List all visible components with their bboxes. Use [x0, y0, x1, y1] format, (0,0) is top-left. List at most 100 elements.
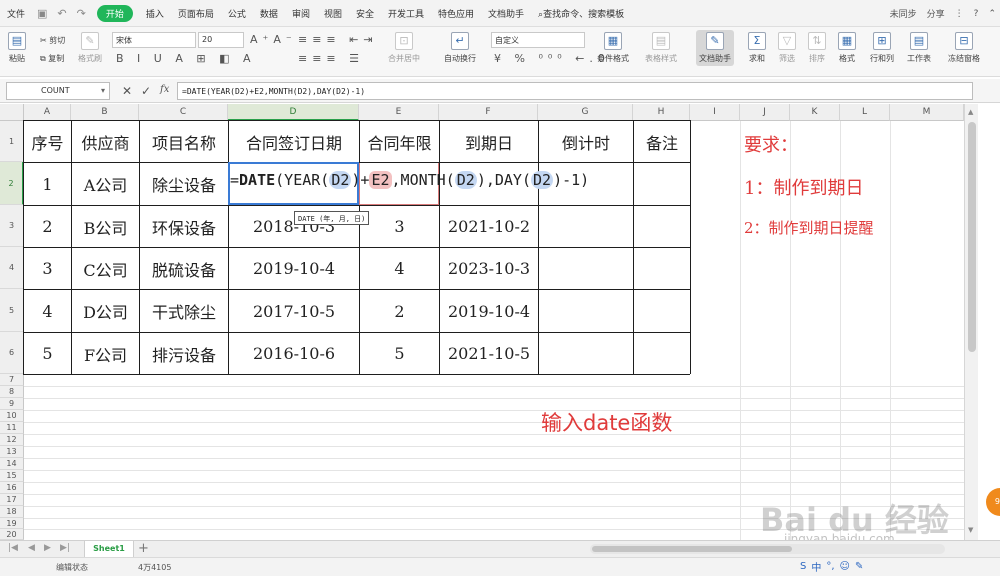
- tab-start[interactable]: 开始: [96, 4, 133, 22]
- table-style-button[interactable]: ▤ 表格样式: [645, 32, 677, 64]
- row-header[interactable]: 5: [0, 289, 24, 332]
- horizontal-scrollbar[interactable]: [590, 544, 945, 554]
- column-header[interactable]: J: [740, 104, 790, 121]
- column-header[interactable]: E: [359, 104, 439, 121]
- file-menu[interactable]: 文件: [0, 7, 32, 20]
- help-icon[interactable]: ?: [974, 9, 979, 19]
- table-cell[interactable]: A公司: [72, 163, 139, 205]
- font-size-select[interactable]: 20: [198, 32, 244, 48]
- ime-icon[interactable]: S: [800, 561, 806, 572]
- tab-developer[interactable]: 开发工具: [381, 7, 431, 20]
- undo-icon[interactable]: ↶: [52, 7, 71, 20]
- table-cell[interactable]: 5: [24, 333, 71, 374]
- table-cell[interactable]: 环保设备: [140, 206, 228, 247]
- next-sheet-icon[interactable]: ▶: [44, 543, 51, 553]
- filter-button[interactable]: ▽ 筛选: [778, 32, 796, 64]
- row-header[interactable]: 4: [0, 247, 24, 289]
- row-header[interactable]: 10: [0, 410, 24, 422]
- table-cell[interactable]: 1: [24, 163, 71, 205]
- handwriting-icon[interactable]: ✎: [855, 561, 863, 572]
- table-cell[interactable]: C公司: [72, 248, 139, 289]
- chevron-down-icon[interactable]: ▾: [101, 86, 105, 95]
- row-header[interactable]: 19: [0, 518, 24, 529]
- format-button[interactable]: ▦ 格式: [838, 32, 856, 64]
- paste-button[interactable]: ▤ 粘贴: [8, 32, 26, 64]
- column-header[interactable]: C: [139, 104, 228, 121]
- prev-sheet-icon[interactable]: ◀: [28, 543, 35, 553]
- cut-button[interactable]: ✂ 剪切: [40, 35, 65, 46]
- column-header[interactable]: G: [538, 104, 633, 121]
- header-cell[interactable]: 备注: [634, 121, 690, 162]
- row-header[interactable]: 13: [0, 446, 24, 458]
- last-sheet-icon[interactable]: ▶|: [60, 543, 70, 553]
- formula-input[interactable]: =DATE(YEAR(D2)+E2,MONTH(D2),DAY(D2)-1): [177, 82, 973, 100]
- column-header[interactable]: F: [439, 104, 538, 121]
- column-header[interactable]: I: [690, 104, 740, 121]
- font-style-buttons[interactable]: B I U A ⊞ ◧ A: [116, 52, 255, 65]
- row-header[interactable]: 15: [0, 470, 24, 482]
- table-cell[interactable]: 3: [24, 248, 71, 289]
- tab-insert[interactable]: 插入: [139, 7, 171, 20]
- number-format-select[interactable]: 自定义: [491, 32, 585, 48]
- row-header[interactable]: 9: [0, 398, 24, 410]
- table-cell[interactable]: 2019-10-4: [229, 248, 359, 289]
- sheet-tab[interactable]: Sheet1: [84, 541, 134, 557]
- vertical-scrollbar[interactable]: ▲ ▼: [964, 104, 978, 540]
- requirement-item[interactable]: 2：制作到期日提醒: [744, 217, 874, 238]
- table-cell[interactable]: F公司: [72, 333, 139, 374]
- column-header[interactable]: A: [24, 104, 71, 121]
- header-cell[interactable]: 合同签订日期: [229, 121, 359, 162]
- insert-function-icon[interactable]: fx: [160, 84, 169, 95]
- table-cell[interactable]: 2017-10-5: [229, 290, 359, 332]
- row-header[interactable]: 17: [0, 494, 24, 506]
- row-header[interactable]: 8: [0, 386, 24, 398]
- scroll-up-icon[interactable]: ▲: [968, 108, 973, 116]
- wrap-text-button[interactable]: ↵ 自动换行: [444, 32, 476, 64]
- format-painter-button[interactable]: ✎ 格式刷: [78, 32, 102, 64]
- collapse-icon[interactable]: ⌃: [988, 9, 996, 19]
- punctuation-icon[interactable]: °,: [826, 561, 834, 572]
- scrollbar-thumb[interactable]: [968, 122, 976, 352]
- table-cell[interactable]: 2: [24, 206, 71, 247]
- scrollbar-thumb[interactable]: [592, 546, 792, 552]
- table-cell[interactable]: 脱硫设备: [140, 248, 228, 289]
- search-command[interactable]: ⌕查找命令、搜索模板: [531, 7, 631, 20]
- table-cell[interactable]: 2021-10-2: [440, 206, 538, 247]
- font-size-adjust[interactable]: A⁺A⁻: [250, 33, 297, 46]
- row-header[interactable]: 1: [0, 121, 24, 162]
- emoji-icon[interactable]: ☺: [840, 561, 850, 572]
- tab-data[interactable]: 数据: [253, 7, 285, 20]
- notification-badge[interactable]: 90: [986, 488, 1000, 516]
- redo-icon[interactable]: ↷: [72, 7, 91, 20]
- column-header[interactable]: K: [790, 104, 840, 121]
- header-cell[interactable]: 到期日: [440, 121, 538, 162]
- align-top-buttons[interactable]: ≡≡≡ ⇤⇥: [298, 33, 378, 46]
- table-cell[interactable]: 4: [360, 248, 439, 289]
- merge-center-button[interactable]: ⊡ 合并居中: [388, 32, 420, 64]
- table-cell[interactable]: 干式除尘: [140, 290, 228, 332]
- table-cell[interactable]: 2021-10-5: [440, 333, 538, 374]
- row-header[interactable]: 20: [0, 529, 24, 540]
- row-header[interactable]: 14: [0, 458, 24, 470]
- tab-page-layout[interactable]: 页面布局: [171, 7, 221, 20]
- table-cell[interactable]: 5: [360, 333, 439, 374]
- sum-button[interactable]: Σ 求和: [748, 32, 766, 64]
- table-cell[interactable]: 除尘设备: [140, 163, 228, 205]
- table-cell[interactable]: 2016-10-6: [229, 333, 359, 374]
- row-header[interactable]: 6: [0, 332, 24, 374]
- tab-view[interactable]: 视图: [317, 7, 349, 20]
- table-cell[interactable]: 3: [360, 206, 439, 247]
- row-header[interactable]: 7: [0, 374, 24, 386]
- row-header[interactable]: 3: [0, 205, 24, 247]
- first-sheet-icon[interactable]: |◀: [8, 543, 18, 553]
- row-header[interactable]: 18: [0, 506, 24, 518]
- tab-security[interactable]: 安全: [349, 7, 381, 20]
- conditional-format-button[interactable]: ▦ 条件格式: [597, 32, 629, 64]
- save-icon[interactable]: ▣: [32, 7, 52, 20]
- row-header[interactable]: 2: [0, 162, 24, 205]
- column-header[interactable]: M: [890, 104, 964, 121]
- table-cell[interactable]: B公司: [72, 206, 139, 247]
- column-header[interactable]: L: [840, 104, 890, 121]
- freeze-panes-button[interactable]: ⊟ 冻结窗格: [948, 32, 980, 64]
- share-button[interactable]: 分享: [927, 7, 945, 20]
